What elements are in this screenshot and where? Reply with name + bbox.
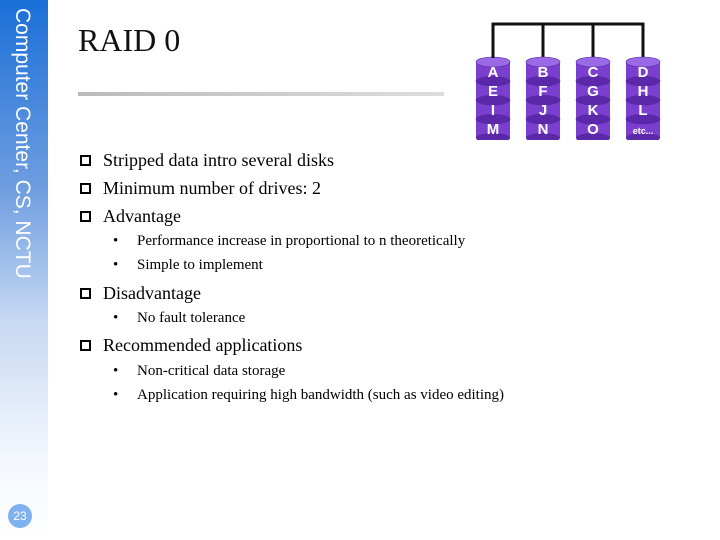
bullet-text: Stripped data intro several disks (103, 150, 334, 170)
bullet-4: Disadvantage (80, 283, 201, 304)
disk-4: etc...LHD (625, 56, 661, 140)
sub-bullet: • Performance increase in proportional to… (113, 233, 466, 249)
page-number: 23 (8, 504, 32, 528)
bullet-text: Minimum number of drives: 2 (103, 178, 321, 198)
sub-bullet: • Simple to implement (113, 257, 263, 273)
sub-bullet: • Non-critical data storage (113, 363, 286, 379)
square-bullet-icon (80, 211, 91, 222)
sub-bullet-text: Simple to implement (137, 257, 263, 273)
sub-bullet: • Application requiring high bandwidth (s… (113, 387, 505, 403)
bullet-text: Recommended applications (103, 335, 303, 355)
bullet-3: Advantage (80, 206, 181, 227)
bullet-text: Disadvantage (103, 283, 201, 303)
disk-1: MIEA (475, 56, 511, 140)
sub-bullet-text: Performance increase in proportional to … (137, 233, 466, 249)
sidebar-title: Computer Center, CS, NCTU (11, 8, 34, 279)
block-label: D (638, 64, 649, 81)
bullet-1: Stripped data intro several disks (80, 150, 334, 171)
square-bullet-icon (80, 183, 91, 194)
block-label: A (488, 64, 499, 81)
bullet-5: Recommended applications (80, 335, 302, 356)
block-label: etc... (633, 126, 654, 136)
square-bullet-icon (80, 288, 91, 299)
title-underline (78, 92, 444, 96)
connector-line (491, 22, 645, 58)
block-label: B (538, 64, 549, 81)
raid0-diagram: MIEA NJFB OKGC etc...LHD (475, 22, 661, 140)
bullet-2: Minimum number of drives: 2 (80, 178, 321, 199)
sub-bullet-text: No fault tolerance (137, 310, 246, 326)
bullet-text: Advantage (103, 206, 181, 226)
block-label: C (588, 64, 599, 81)
slide-title: RAID 0 (78, 22, 181, 58)
disk-2: NJFB (525, 56, 561, 140)
disk-3: OKGC (575, 56, 611, 140)
square-bullet-icon (80, 340, 91, 351)
sub-bullet: • No fault tolerance (113, 310, 246, 326)
sidebar: Computer Center, CS, NCTU 23 (0, 0, 48, 540)
square-bullet-icon (80, 155, 91, 166)
sub-bullet-text: Non-critical data storage (137, 363, 286, 379)
sub-bullet-text: Application requiring high bandwidth (su… (137, 387, 505, 403)
